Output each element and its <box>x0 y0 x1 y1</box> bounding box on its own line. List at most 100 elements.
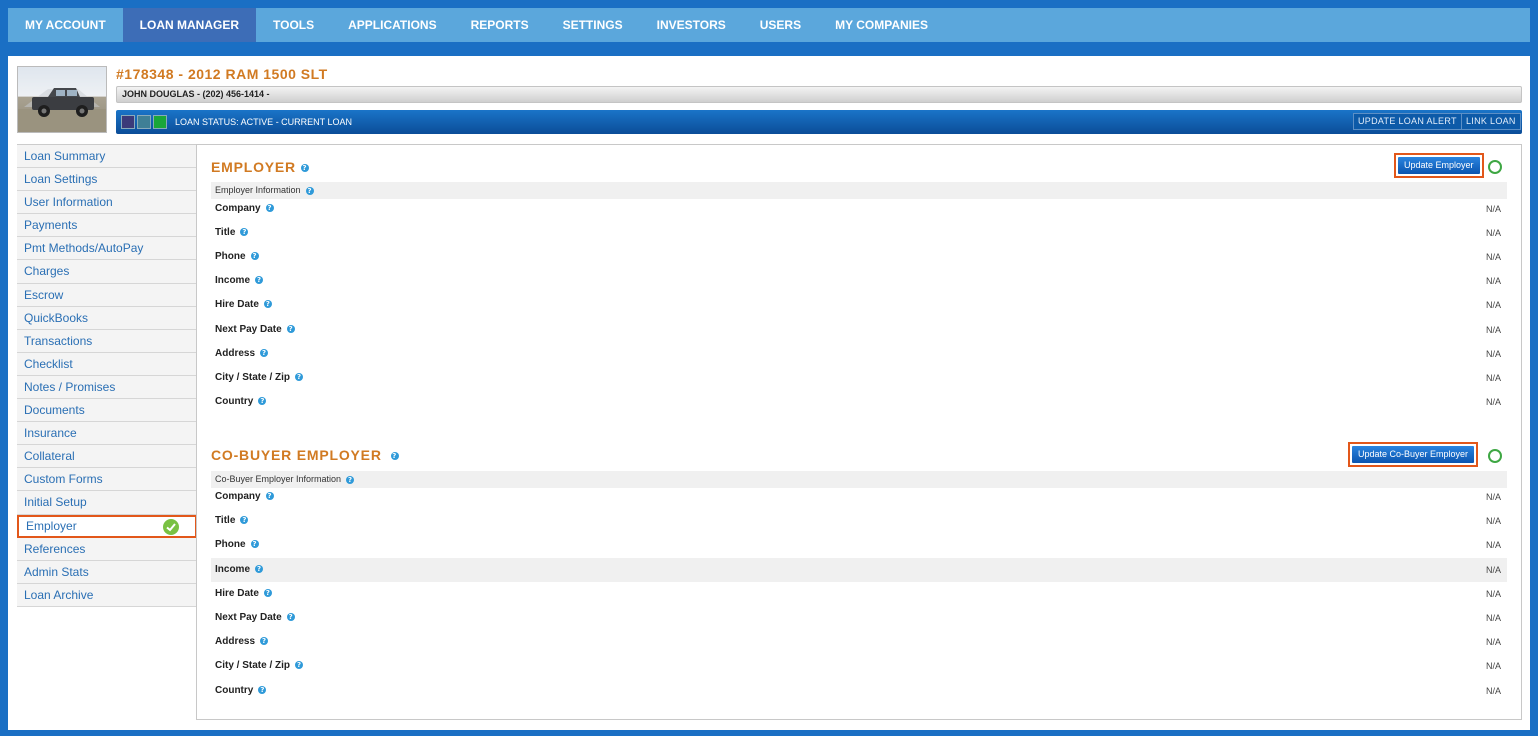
field-value: N/A <box>1485 492 1501 502</box>
employer-row-hire-date: Hire Date? N/A <box>211 293 1507 317</box>
field-value: N/A <box>1485 276 1501 286</box>
help-icon[interactable]: ? <box>286 613 295 622</box>
help-icon[interactable]: ? <box>240 228 249 237</box>
nav-investors[interactable]: INVESTORS <box>640 8 743 42</box>
loan-status-bar: LOAN STATUS: ACTIVE - CURRENT LOAN UPDAT… <box>116 110 1522 134</box>
sidebar-item-quickbooks[interactable]: QuickBooks <box>17 306 197 330</box>
main-panel: #178348 - 2012 RAM 1500 SLT JOHN DOUGLAS… <box>8 56 1530 730</box>
sidebar-item-checklist[interactable]: Checklist <box>17 352 197 376</box>
borrower-info: JOHN DOUGLAS - (202) 456-1414 - <box>116 86 1522 103</box>
sidebar-item-pmt-methods[interactable]: Pmt Methods/AutoPay <box>17 237 197 261</box>
status-square-green[interactable] <box>153 115 167 129</box>
field-value: N/A <box>1485 661 1501 671</box>
link-loan-button[interactable]: LINK LOAN <box>1461 113 1521 130</box>
nav-applications[interactable]: APPLICATIONS <box>331 8 453 42</box>
nav-settings[interactable]: SETTINGS <box>546 8 640 42</box>
employer-row-next-pay-date: Next Pay Date? N/A <box>211 318 1507 342</box>
field-value: N/A <box>1485 613 1501 623</box>
sidebar-item-initial-setup[interactable]: Initial Setup <box>17 491 197 515</box>
field-value: N/A <box>1485 565 1501 575</box>
update-employer-highlight: Update Employer <box>1394 153 1484 178</box>
field-label: Income <box>215 564 251 575</box>
nav-my-account[interactable]: MY ACCOUNT <box>8 8 123 42</box>
status-square-navy[interactable] <box>121 115 135 129</box>
help-icon[interactable]: ? <box>255 565 264 574</box>
sidebar-item-employer[interactable]: Employer <box>17 514 197 538</box>
nav-my-companies[interactable]: MY COMPANIES <box>818 8 945 42</box>
help-icon[interactable]: ? <box>346 475 355 484</box>
cobuyer-row-phone: Phone? N/A <box>211 533 1507 557</box>
sidebar-item-custom-forms[interactable]: Custom Forms <box>17 468 197 492</box>
cobuyer-row-income: Income? N/A <box>211 558 1507 582</box>
help-icon[interactable]: ? <box>390 452 399 461</box>
help-icon[interactable]: ? <box>263 300 272 309</box>
help-icon[interactable]: ? <box>286 325 295 334</box>
sidebar-item-references[interactable]: References <box>17 537 197 561</box>
sidebar-item-payments[interactable]: Payments <box>17 214 197 238</box>
cobuyer-row-country: Country? N/A <box>211 679 1507 703</box>
cobuyer-row-address: Address? N/A <box>211 630 1507 654</box>
help-icon[interactable]: ? <box>240 516 249 525</box>
field-label: Title <box>215 515 236 526</box>
sidebar-item-notes-promises[interactable]: Notes / Promises <box>17 375 197 400</box>
field-label: Phone <box>215 251 246 262</box>
nav-tools[interactable]: TOOLS <box>256 8 331 42</box>
sidebar-item-loan-archive[interactable]: Loan Archive <box>17 583 197 607</box>
sidebar-item-loan-settings[interactable]: Loan Settings <box>17 168 197 192</box>
help-icon[interactable]: ? <box>300 164 309 173</box>
help-icon[interactable]: ? <box>250 252 259 261</box>
sidebar-item-loan-summary[interactable]: Loan Summary <box>17 145 197 169</box>
cobuyer-row-hire-date: Hire Date? N/A <box>211 582 1507 606</box>
employer-row-country: Country? N/A <box>211 390 1507 414</box>
sidebar-item-insurance[interactable]: Insurance <box>17 422 197 446</box>
field-label: Country <box>215 396 254 407</box>
status-square-teal[interactable] <box>137 115 151 129</box>
field-value: N/A <box>1485 397 1501 407</box>
sidebar-item-collateral[interactable]: Collateral <box>17 445 197 469</box>
refresh-icon[interactable] <box>1488 160 1502 174</box>
field-label: City / State / Zip <box>215 372 291 383</box>
field-label: Title <box>215 227 236 238</box>
sidebar-item-user-information[interactable]: User Information <box>17 191 197 215</box>
help-icon[interactable]: ? <box>260 637 269 646</box>
employer-content: EMPLOYER? Update Employer Employer Infor… <box>196 144 1522 720</box>
help-icon[interactable]: ? <box>265 204 274 213</box>
field-value: N/A <box>1485 686 1501 696</box>
field-value: N/A <box>1485 204 1501 214</box>
help-icon[interactable]: ? <box>258 686 267 695</box>
employer-info-header-text: Employer Information <box>215 185 301 195</box>
check-icon <box>163 518 179 535</box>
field-value: N/A <box>1485 637 1501 647</box>
employer-row-phone: Phone? N/A <box>211 245 1507 269</box>
employer-section-title: EMPLOYER? <box>211 159 309 175</box>
field-value: N/A <box>1485 589 1501 599</box>
sidebar-item-transactions[interactable]: Transactions <box>17 329 197 353</box>
nav-loan-manager[interactable]: LOAN MANAGER <box>122 8 256 42</box>
field-value: N/A <box>1485 228 1501 238</box>
field-label: Address <box>215 636 256 647</box>
help-icon[interactable]: ? <box>295 373 304 382</box>
sidebar-item-charges[interactable]: Charges <box>17 260 197 284</box>
help-icon[interactable]: ? <box>295 661 304 670</box>
nav-users[interactable]: USERS <box>743 8 818 42</box>
field-label: City / State / Zip <box>215 660 291 671</box>
help-icon[interactable]: ? <box>305 186 314 195</box>
cobuyer-row-title: Title? N/A <box>211 509 1507 533</box>
field-value: N/A <box>1485 373 1501 383</box>
sidebar-item-admin-stats[interactable]: Admin Stats <box>17 560 197 584</box>
help-icon[interactable]: ? <box>255 276 264 285</box>
field-label: Income <box>215 275 251 286</box>
help-icon[interactable]: ? <box>265 492 274 501</box>
update-cobuyer-employer-button[interactable]: Update Co-Buyer Employer <box>1352 446 1475 463</box>
sidebar-item-documents[interactable]: Documents <box>17 399 197 423</box>
nav-reports[interactable]: REPORTS <box>454 8 546 42</box>
help-icon[interactable]: ? <box>250 540 259 549</box>
sidebar-item-escrow[interactable]: Escrow <box>17 283 197 307</box>
field-value: N/A <box>1485 325 1501 335</box>
update-employer-button[interactable]: Update Employer <box>1398 157 1480 174</box>
refresh-icon[interactable] <box>1488 449 1502 463</box>
update-loan-alert-button[interactable]: UPDATE LOAN ALERT <box>1353 113 1462 130</box>
help-icon[interactable]: ? <box>258 397 267 406</box>
help-icon[interactable]: ? <box>260 349 269 358</box>
help-icon[interactable]: ? <box>263 589 272 598</box>
